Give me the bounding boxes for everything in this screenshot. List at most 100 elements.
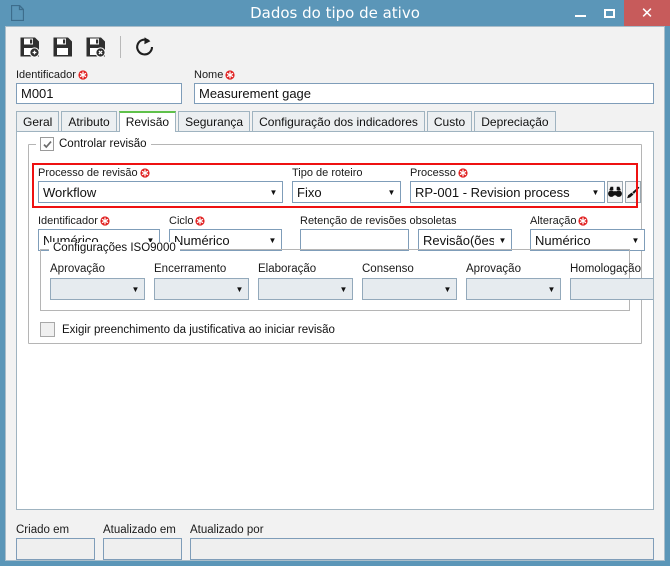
ciclo-value: Numérico (174, 232, 230, 248)
iso-aprovacao-1-select[interactable]: ▼ (50, 278, 145, 300)
save-and-new-button[interactable] (15, 32, 45, 62)
alteracao-value: Numérico (535, 232, 591, 248)
nome-label: Nome (194, 69, 654, 82)
processo-clear-button[interactable] (625, 181, 641, 203)
processo-field: Processo RP-001 - Revision process ▼ (410, 167, 605, 203)
atualizado-por-input[interactable] (190, 538, 654, 560)
nome-input[interactable] (194, 83, 654, 104)
atualizado-em-input[interactable] (103, 538, 182, 560)
tipo-de-roteiro-value: Fixo (297, 184, 322, 200)
required-icon (225, 70, 235, 80)
revision-process-row: Processo de revisão Workflow ▼ Tipo de r… (38, 167, 641, 203)
chevron-down-icon: ▼ (131, 284, 140, 294)
controlar-revisao-legend: Controlar revisão (36, 137, 151, 151)
retencao-unit-select[interactable]: Revisão(ões) ▼ (418, 229, 512, 251)
exigir-justificativa-row[interactable]: Exigir preenchimento da justificativa ao… (40, 322, 335, 337)
toolbar (6, 27, 664, 66)
tab-custo[interactable]: Custo (426, 111, 473, 132)
processo-label: Processo (410, 167, 605, 180)
footer-fields: Criado em Atualizado em Atualizado por (6, 510, 664, 560)
iso-encerramento-field: Encerramento ▼ (154, 263, 249, 300)
alteracao-select[interactable]: Numérico ▼ (530, 229, 645, 251)
processo-de-revisao-select[interactable]: Workflow ▼ (38, 181, 283, 203)
refresh-button[interactable] (130, 32, 160, 62)
iso9000-fields-row: Aprovação ▼ Encerramento ▼ Elaboração ▼ … (50, 263, 653, 300)
tipo-de-roteiro-select[interactable]: Fixo ▼ (292, 181, 401, 203)
required-icon (140, 168, 150, 178)
iso-consenso-field: Consenso ▼ (362, 263, 457, 300)
ciclo-select[interactable]: Numérico ▼ (169, 229, 282, 251)
minimize-button[interactable] (566, 0, 595, 26)
controlar-revisao-checkbox[interactable] (40, 137, 54, 151)
chevron-down-icon: ▼ (443, 284, 452, 294)
tab-configuracao-dos-indicadores[interactable]: Configuração dos indicadores (252, 111, 425, 132)
document-icon (7, 3, 27, 23)
binoculars-icon (608, 186, 622, 197)
iso9000-legend: Configurações ISO9000 (49, 242, 180, 254)
tipo-de-roteiro-label: Tipo de roteiro (292, 167, 363, 179)
identificador-field: Identificador (16, 69, 182, 104)
tab-geral[interactable]: Geral (16, 111, 60, 132)
retencao-label: Retenção de revisões obsoletas (300, 215, 457, 227)
iso-aprovacao-2-label: Aprovação (466, 263, 521, 275)
revision-tab-panel: Controlar revisão Processo de revisão Wo… (16, 131, 654, 510)
revision-identificador-label: Identificador (38, 215, 160, 228)
chevron-down-icon: ▼ (547, 284, 556, 294)
chevron-down-icon: ▼ (631, 235, 640, 245)
atualizado-por-label: Atualizado por (190, 524, 264, 536)
iso-aprovacao-1-field: Aprovação ▼ (50, 263, 145, 300)
ciclo-field: Ciclo Numérico ▼ (169, 215, 282, 251)
iso9000-group: Configurações ISO9000 Aprovação ▼ Encerr… (40, 242, 653, 311)
required-icon (100, 216, 110, 226)
iso-consenso-select[interactable]: ▼ (362, 278, 457, 300)
exigir-justificativa-checkbox[interactable] (40, 322, 55, 337)
iso-encerramento-label: Encerramento (154, 263, 227, 275)
processo-value: RP-001 - Revision process (415, 184, 570, 200)
maximize-button[interactable] (595, 0, 624, 26)
iso-aprovacao-2-select[interactable]: ▼ (466, 278, 561, 300)
criado-em-label: Criado em (16, 524, 70, 536)
iso-aprovacao-1-label: Aprovação (50, 263, 105, 275)
chevron-down-icon: ▼ (268, 235, 277, 245)
alteracao-label: Alteração (530, 215, 645, 228)
criado-em-input[interactable] (16, 538, 95, 560)
chevron-down-icon: ▼ (269, 187, 278, 197)
atualizado-em-label: Atualizado em (103, 524, 176, 536)
required-icon (458, 168, 468, 178)
window-client-area: Identificador Nome Geral Atributo Revisã… (5, 26, 665, 561)
processo-de-revisao-field: Processo de revisão Workflow ▼ (38, 167, 283, 203)
identificador-label: Identificador (16, 69, 182, 82)
title-bar: Dados do tipo de ativo ✕ (0, 0, 670, 26)
tab-depreciacao[interactable]: Depreciação (474, 111, 556, 132)
save-button[interactable] (48, 32, 78, 62)
chevron-down-icon: ▼ (647, 285, 653, 294)
atualizado-em-field: Atualizado em (103, 524, 182, 560)
chevron-down-icon: ▼ (339, 284, 348, 294)
required-icon (78, 70, 88, 80)
processo-search-button[interactable] (607, 181, 623, 203)
iso-encerramento-select[interactable]: ▼ (154, 278, 249, 300)
tab-seguranca[interactable]: Segurança (178, 111, 251, 132)
tab-atributo[interactable]: Atributo (61, 111, 117, 132)
iso-aprovacao-2-field: Aprovação ▼ (466, 263, 561, 300)
chevron-down-icon: ▼ (498, 235, 507, 245)
tab-revisao[interactable]: Revisão (118, 111, 177, 132)
save-and-close-button[interactable] (81, 32, 111, 62)
close-button[interactable]: ✕ (624, 0, 670, 26)
iso-elaboracao-select[interactable]: ▼ (258, 278, 353, 300)
ciclo-label: Ciclo (169, 215, 282, 228)
chevron-down-icon: ▼ (591, 187, 600, 197)
alteracao-field: Alteração Numérico ▼ (530, 215, 645, 251)
iso-homologacao-select[interactable]: ▼ (570, 278, 653, 300)
processo-select[interactable]: RP-001 - Revision process ▼ (410, 181, 605, 203)
chevron-down-icon: ▼ (235, 284, 244, 294)
retencao-input[interactable] (300, 229, 409, 251)
controlar-revisao-label: Controlar revisão (59, 138, 147, 150)
retencao-unit-value: Revisão(ões) (423, 232, 494, 248)
processo-de-revisao-label: Processo de revisão (38, 167, 283, 180)
retencao-field: Retenção de revisões obsoletas Revisão(õ… (300, 215, 512, 251)
toolbar-separator (120, 35, 121, 58)
identificador-input[interactable] (16, 83, 182, 104)
criado-em-field: Criado em (16, 524, 95, 560)
application-window: Dados do tipo de ativo ✕ Identificador M… (0, 0, 670, 566)
